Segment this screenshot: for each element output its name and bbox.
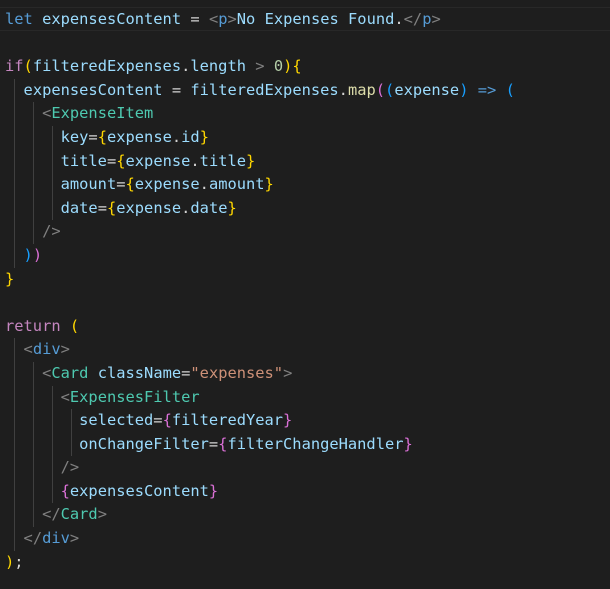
indent-guide — [33, 361, 34, 386]
code-line-text: amount={expense.amount} — [60, 175, 274, 194]
code-line[interactable]: date={expense.date} — [5, 196, 515, 221]
indent-guide — [71, 432, 72, 457]
indent-guide — [14, 385, 15, 410]
code-line-text: selected={filteredYear} — [79, 411, 293, 430]
indent-guide — [52, 385, 53, 410]
code-line[interactable]: </div> — [5, 527, 515, 551]
indent-guide — [33, 102, 34, 126]
indent-guide — [33, 432, 34, 457]
indent-guide — [14, 102, 15, 126]
code-line[interactable]: } — [5, 268, 515, 292]
indent-guide — [33, 149, 34, 174]
code-line[interactable]: selected={filteredYear} — [5, 409, 515, 433]
code-line[interactable]: let expensesContent = <p>No Expenses Fou… — [5, 8, 515, 32]
code-line-text: )) — [23, 245, 43, 264]
code-line-text: ); — [5, 552, 24, 571]
indent-guide — [14, 456, 15, 480]
indent-guide — [14, 173, 15, 197]
code-line[interactable] — [5, 291, 515, 315]
code-line[interactable]: onChangeFilter={filterChangeHandler} — [5, 432, 515, 457]
code-line-text: return ( — [5, 316, 80, 335]
code-line[interactable] — [5, 32, 515, 56]
code-editor[interactable]: let expensesContent = <p>No Expenses Fou… — [0, 0, 610, 589]
code-line-text: let expensesContent = <p>No Expenses Fou… — [5, 10, 441, 28]
indent-guide — [52, 479, 53, 504]
code-line[interactable]: expensesContent = filteredExpenses.map((… — [5, 78, 515, 103]
code-line[interactable]: <Card className="expenses"> — [5, 361, 515, 386]
code-line-text: /> — [60, 458, 80, 477]
indent-guide — [33, 479, 34, 504]
indent-guide — [33, 503, 34, 528]
code-line[interactable]: if(filteredExpenses.length > 0){ — [5, 55, 515, 79]
code-line[interactable]: {expensesContent} — [5, 479, 515, 504]
indent-guide — [71, 409, 72, 433]
indent-guide — [33, 196, 34, 221]
indent-guide — [14, 149, 15, 174]
indent-guide — [33, 220, 34, 244]
code-line-text: </Card> — [42, 505, 107, 524]
code-line[interactable]: ); — [5, 551, 515, 575]
indent-guide — [14, 338, 15, 362]
indent-guide — [14, 432, 15, 457]
indent-guide — [14, 196, 15, 221]
indent-guide — [33, 385, 34, 410]
code-line[interactable]: amount={expense.amount} — [5, 173, 515, 197]
code-line-text: <Card className="expenses"> — [42, 363, 293, 382]
indent-guide — [52, 456, 53, 480]
indent-guide — [14, 243, 15, 268]
code-line[interactable]: <div> — [5, 338, 515, 362]
indent-guide — [52, 125, 53, 150]
code-line[interactable]: /> — [5, 456, 515, 480]
indent-guide — [52, 173, 53, 197]
code-line[interactable]: /> — [5, 220, 515, 244]
indent-guide — [14, 220, 15, 244]
code-line-text: <ExpensesFilter — [60, 387, 200, 406]
code-line-text: </div> — [23, 529, 80, 548]
indent-guide — [14, 503, 15, 528]
code-line[interactable]: key={expense.id} — [5, 125, 515, 150]
code-line-text: if(filteredExpenses.length > 0){ — [5, 57, 302, 76]
code-line[interactable]: </Card> — [5, 503, 515, 528]
indent-guide — [52, 409, 53, 433]
indent-guide — [33, 173, 34, 197]
code-line-text: date={expense.date} — [60, 198, 237, 217]
code-line[interactable]: <ExpensesFilter — [5, 385, 515, 410]
indent-guide — [14, 125, 15, 150]
indent-guide — [14, 527, 15, 551]
code-content[interactable]: let expensesContent = <p>No Expenses Fou… — [5, 8, 515, 574]
indent-guide — [33, 125, 34, 150]
code-line-text: expensesContent = filteredExpenses.map((… — [23, 80, 515, 99]
indent-guide — [52, 196, 53, 221]
code-line-text: {expensesContent} — [60, 481, 219, 500]
code-line[interactable]: )) — [5, 243, 515, 268]
indent-guide — [52, 149, 53, 174]
indent-guide — [14, 479, 15, 504]
indent-guide — [14, 409, 15, 433]
code-line-text: <ExpenseItem — [42, 104, 154, 123]
code-line-text: onChangeFilter={filterChangeHandler} — [79, 434, 413, 453]
code-line[interactable]: <ExpenseItem — [5, 102, 515, 126]
code-line[interactable]: title={expense.title} — [5, 149, 515, 174]
indent-guide — [33, 456, 34, 480]
indent-guide — [14, 78, 15, 103]
code-line[interactable]: return ( — [5, 315, 515, 339]
code-line-text: title={expense.title} — [60, 151, 256, 170]
code-line-text: } — [5, 269, 15, 288]
indent-guide — [14, 361, 15, 386]
indent-guide — [33, 409, 34, 433]
indent-guide — [52, 432, 53, 457]
code-line-text: key={expense.id} — [60, 127, 209, 146]
